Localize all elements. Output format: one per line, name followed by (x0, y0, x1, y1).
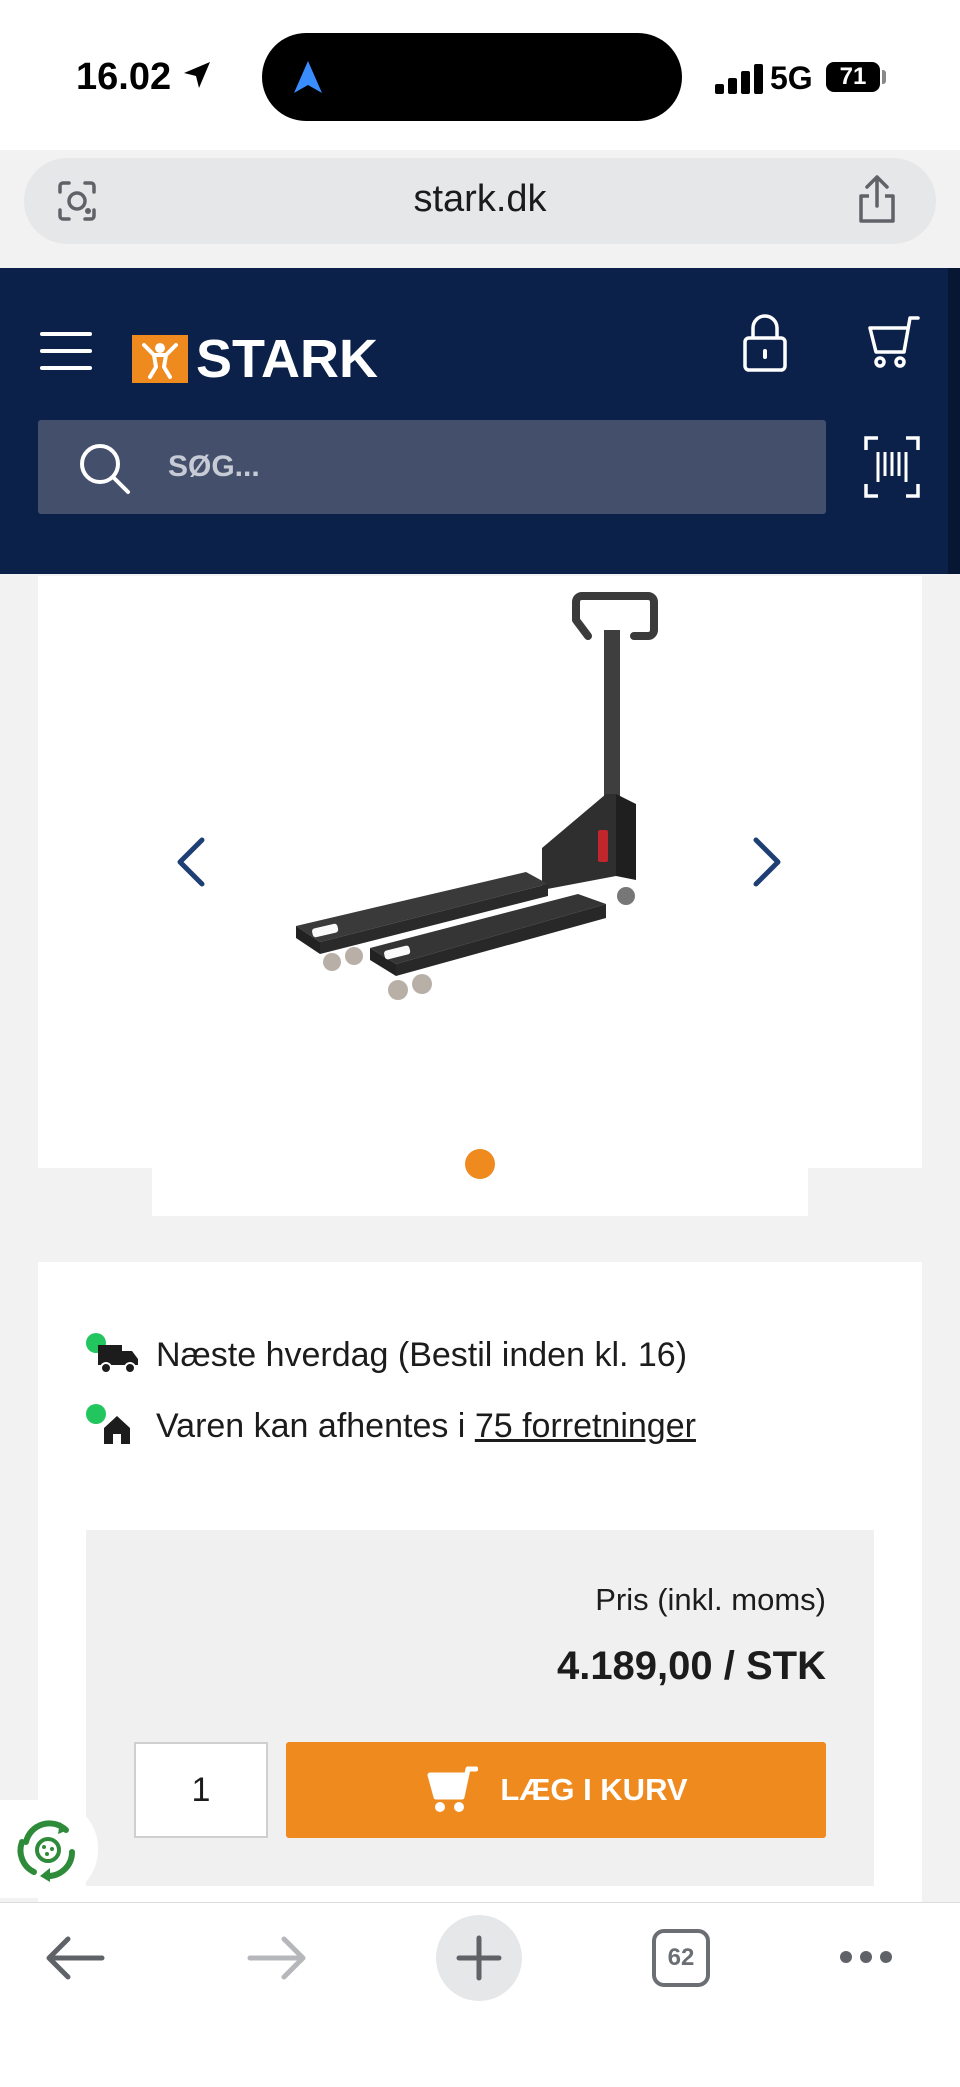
network-label: 5G (770, 60, 813, 96)
tab-switcher-button[interactable]: 62 (652, 1929, 710, 1987)
barcode-scan-icon[interactable] (864, 436, 920, 498)
browser-toolbar: 62 (0, 1902, 960, 2087)
pallet-jack-image[interactable] (286, 590, 676, 1010)
quantity-input[interactable] (134, 1742, 268, 1838)
logo-mark-icon (132, 335, 188, 383)
chevron-left-icon[interactable] (172, 836, 208, 888)
dynamic-island (262, 33, 682, 121)
carousel-dot-active[interactable] (465, 1149, 495, 1179)
signal-bars-icon (715, 62, 767, 94)
add-to-cart-button[interactable]: LÆG I KURV (286, 1742, 826, 1838)
status-time: 16.02 (76, 56, 172, 98)
status-bar: 16.02 5G 71 (0, 0, 960, 150)
price-value: 4.189,00 / STK (556, 1644, 826, 1688)
back-arrow-icon[interactable] (44, 1933, 106, 1983)
store-house-icon (104, 1416, 130, 1444)
location-arrow-icon (184, 62, 210, 88)
lock-icon[interactable] (740, 312, 790, 374)
cart-icon[interactable] (862, 314, 922, 372)
pickup-text: Varen kan afhentes i (156, 1406, 475, 1445)
search-icon (80, 444, 130, 494)
new-tab-button[interactable] (436, 1915, 522, 2001)
chevron-right-icon[interactable] (750, 836, 786, 888)
pickup-availability: Varen kan afhentes i 75 forretninger (86, 1402, 696, 1450)
site-header: STARK (0, 268, 960, 574)
hamburger-menu-icon[interactable] (40, 330, 92, 372)
battery-icon: 71 (826, 62, 880, 92)
delivery-availability: Næste hverdag (Bestil inden kl. 16) (86, 1331, 687, 1379)
recycle-icon (17, 1820, 76, 1882)
plus-icon (456, 1935, 502, 1981)
price-label: Pris (inkl. moms) (595, 1582, 826, 1617)
cart-icon (427, 1766, 479, 1812)
address-bar[interactable]: stark.dk (24, 158, 936, 244)
stark-logo[interactable]: STARK (132, 328, 378, 390)
delivery-text: Næste hverdag (Bestil inden kl. 16) (156, 1335, 688, 1374)
search-input[interactable] (168, 420, 768, 514)
logo-text: STARK (196, 329, 378, 389)
price-box: Pris (inkl. moms) 4.189,00 / STK LÆG I K… (86, 1530, 874, 1886)
more-dots-icon[interactable] (838, 1949, 894, 1965)
navigation-arrow-icon (294, 61, 322, 93)
add-to-cart-label: LÆG I KURV (500, 1772, 688, 1807)
forward-arrow-icon[interactable] (246, 1933, 308, 1983)
url-text[interactable]: stark.dk (24, 178, 936, 221)
search-bar[interactable] (38, 420, 826, 514)
stores-link[interactable]: 75 forretninger (475, 1407, 696, 1445)
share-icon[interactable] (854, 174, 900, 226)
recycle-widget-button[interactable] (0, 1800, 98, 1898)
truck-icon (98, 1345, 138, 1374)
